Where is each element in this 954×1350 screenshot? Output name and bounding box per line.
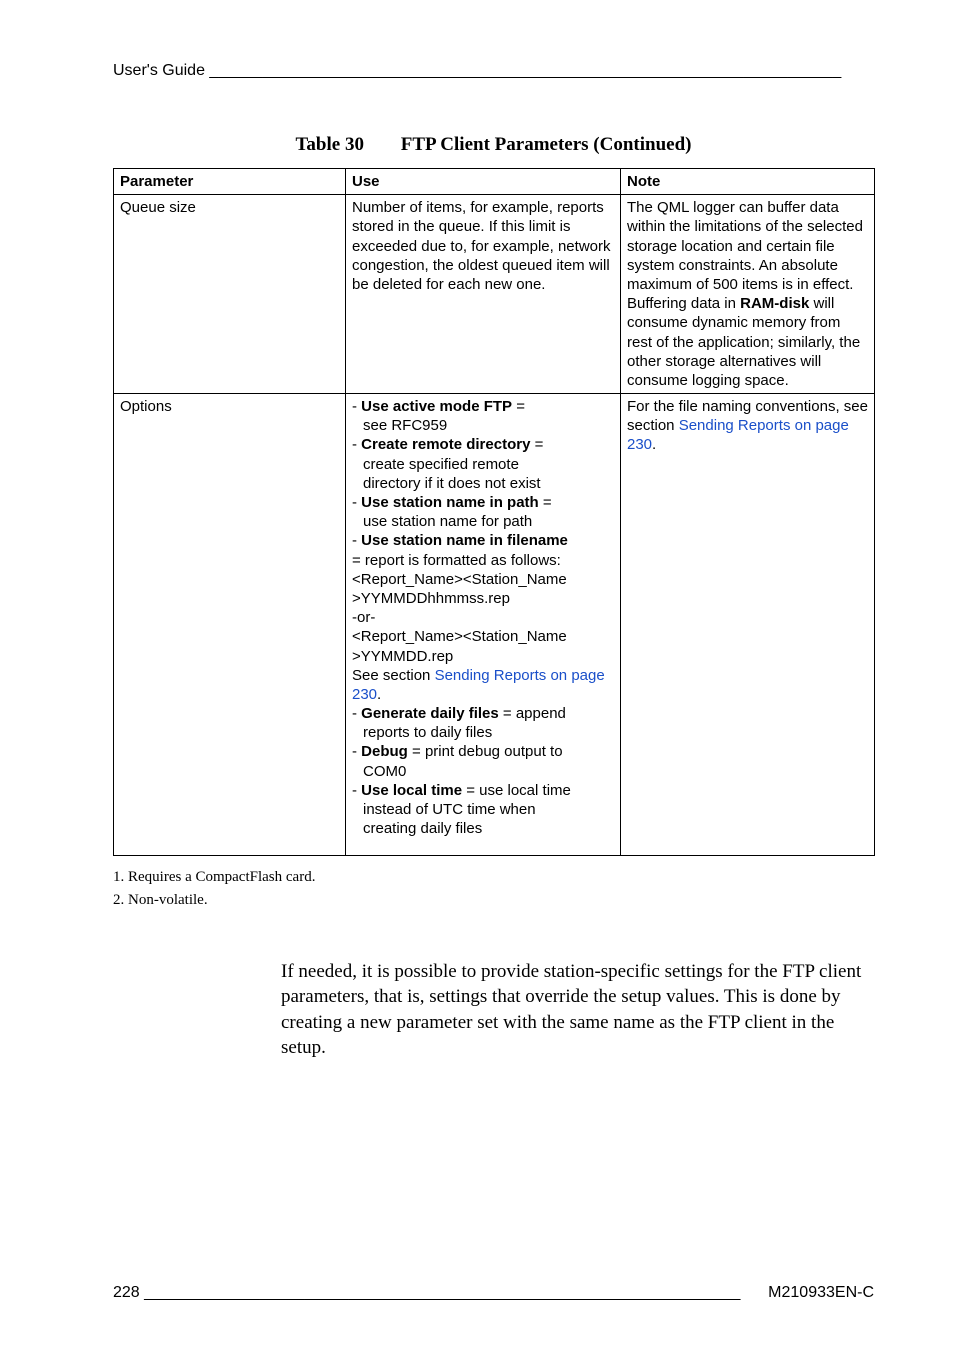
col-parameter: Parameter bbox=[114, 169, 346, 195]
col-use: Use bbox=[346, 169, 621, 195]
opt-text: -or- bbox=[352, 608, 614, 627]
opt-text: = bbox=[539, 494, 552, 511]
parameters-table: Parameter Use Note Queue size Number of … bbox=[113, 168, 875, 856]
opt-dash: - bbox=[352, 532, 361, 549]
cell-use-queue-size: Number of items, for example, reports st… bbox=[346, 195, 621, 394]
opt-text: = print debug output to bbox=[408, 743, 563, 760]
opt-name: Generate daily files bbox=[361, 705, 499, 722]
opt-text: COM0 bbox=[352, 762, 614, 781]
opt-text: = bbox=[530, 436, 543, 453]
opt-name: Use station name in filename bbox=[361, 532, 568, 549]
table-row: Options - Use active mode FTP = see RFC9… bbox=[114, 394, 875, 856]
opt-text: . bbox=[377, 686, 381, 703]
opt-text: use station name for path bbox=[352, 512, 614, 531]
page: User's Guide ___________________________… bbox=[0, 0, 954, 1350]
options-list: - Use active mode FTP = see RFC959 - Cre… bbox=[352, 397, 614, 852]
body-paragraph: If needed, it is possible to provide sta… bbox=[281, 959, 864, 1059]
opt-text: creating daily files bbox=[352, 819, 614, 838]
opt-dash: - bbox=[352, 782, 361, 799]
opt-dash: - bbox=[352, 436, 361, 453]
opt-dash: - bbox=[352, 398, 361, 415]
page-number: 228 bbox=[113, 1284, 140, 1301]
opt-dash: - bbox=[352, 494, 361, 511]
opt-text: >YYMMDDhhmmss.rep bbox=[352, 589, 614, 608]
cell-param-queue-size: Queue size bbox=[114, 195, 346, 394]
opt-name: Use active mode FTP bbox=[361, 398, 512, 415]
running-header: User's Guide ___________________________… bbox=[113, 62, 874, 80]
cell-note-options: For the file naming conventions, see sec… bbox=[621, 394, 875, 856]
opt-name: Use station name in path bbox=[361, 494, 539, 511]
opt-name: Create remote directory bbox=[361, 436, 530, 453]
caption-title: FTP Client Parameters (Continued) bbox=[401, 134, 692, 155]
opt-text: directory if it does not exist bbox=[352, 474, 614, 493]
opt-text: See section bbox=[352, 667, 435, 684]
opt-dash: - bbox=[352, 743, 361, 760]
col-note: Note bbox=[621, 169, 875, 195]
opt-text: = append bbox=[499, 705, 566, 722]
cell-note-queue-size: The QML logger can buffer data within th… bbox=[621, 195, 875, 394]
opt-name: Debug bbox=[361, 743, 408, 760]
note-ram-disk: RAM-disk bbox=[740, 295, 809, 312]
cell-use-options: - Use active mode FTP = see RFC959 - Cre… bbox=[346, 394, 621, 856]
opt-text: >YYMMDD.rep bbox=[352, 647, 614, 666]
opt-text: = use local time bbox=[462, 782, 571, 799]
opt-name: Use local time bbox=[361, 782, 462, 799]
footnotes: 1. Requires a CompactFlash card. 2. Non-… bbox=[113, 866, 874, 911]
footnote-2: 2. Non-volatile. bbox=[113, 889, 874, 912]
opt-text: reports to daily files bbox=[352, 723, 614, 742]
opt-text: see RFC959 bbox=[352, 416, 614, 435]
caption-label: Table 30 bbox=[296, 134, 364, 155]
table-header-row: Parameter Use Note bbox=[114, 169, 875, 195]
cell-param-options: Options bbox=[114, 394, 346, 856]
table-row: Queue size Number of items, for example,… bbox=[114, 195, 875, 394]
opt-dash: - bbox=[352, 705, 361, 722]
opt-text: <Report_Name><Station_Name bbox=[352, 627, 614, 646]
footnote-1: 1. Requires a CompactFlash card. bbox=[113, 866, 874, 889]
table-caption: Table 30 FTP Client Parameters (Continue… bbox=[113, 134, 874, 156]
footer-fill: ________________________________________… bbox=[140, 1284, 741, 1301]
opt-text: = report is formatted as follows: bbox=[352, 551, 614, 570]
opt-text: <Report_Name><Station_Name bbox=[352, 570, 614, 589]
note-text: . bbox=[652, 436, 656, 453]
document-id: M210933EN-C bbox=[768, 1284, 874, 1302]
opt-text: instead of UTC time when bbox=[352, 800, 614, 819]
opt-text: create specified remote bbox=[352, 455, 614, 474]
page-footer: 228 ____________________________________… bbox=[113, 1284, 874, 1302]
opt-text: = bbox=[512, 398, 525, 415]
